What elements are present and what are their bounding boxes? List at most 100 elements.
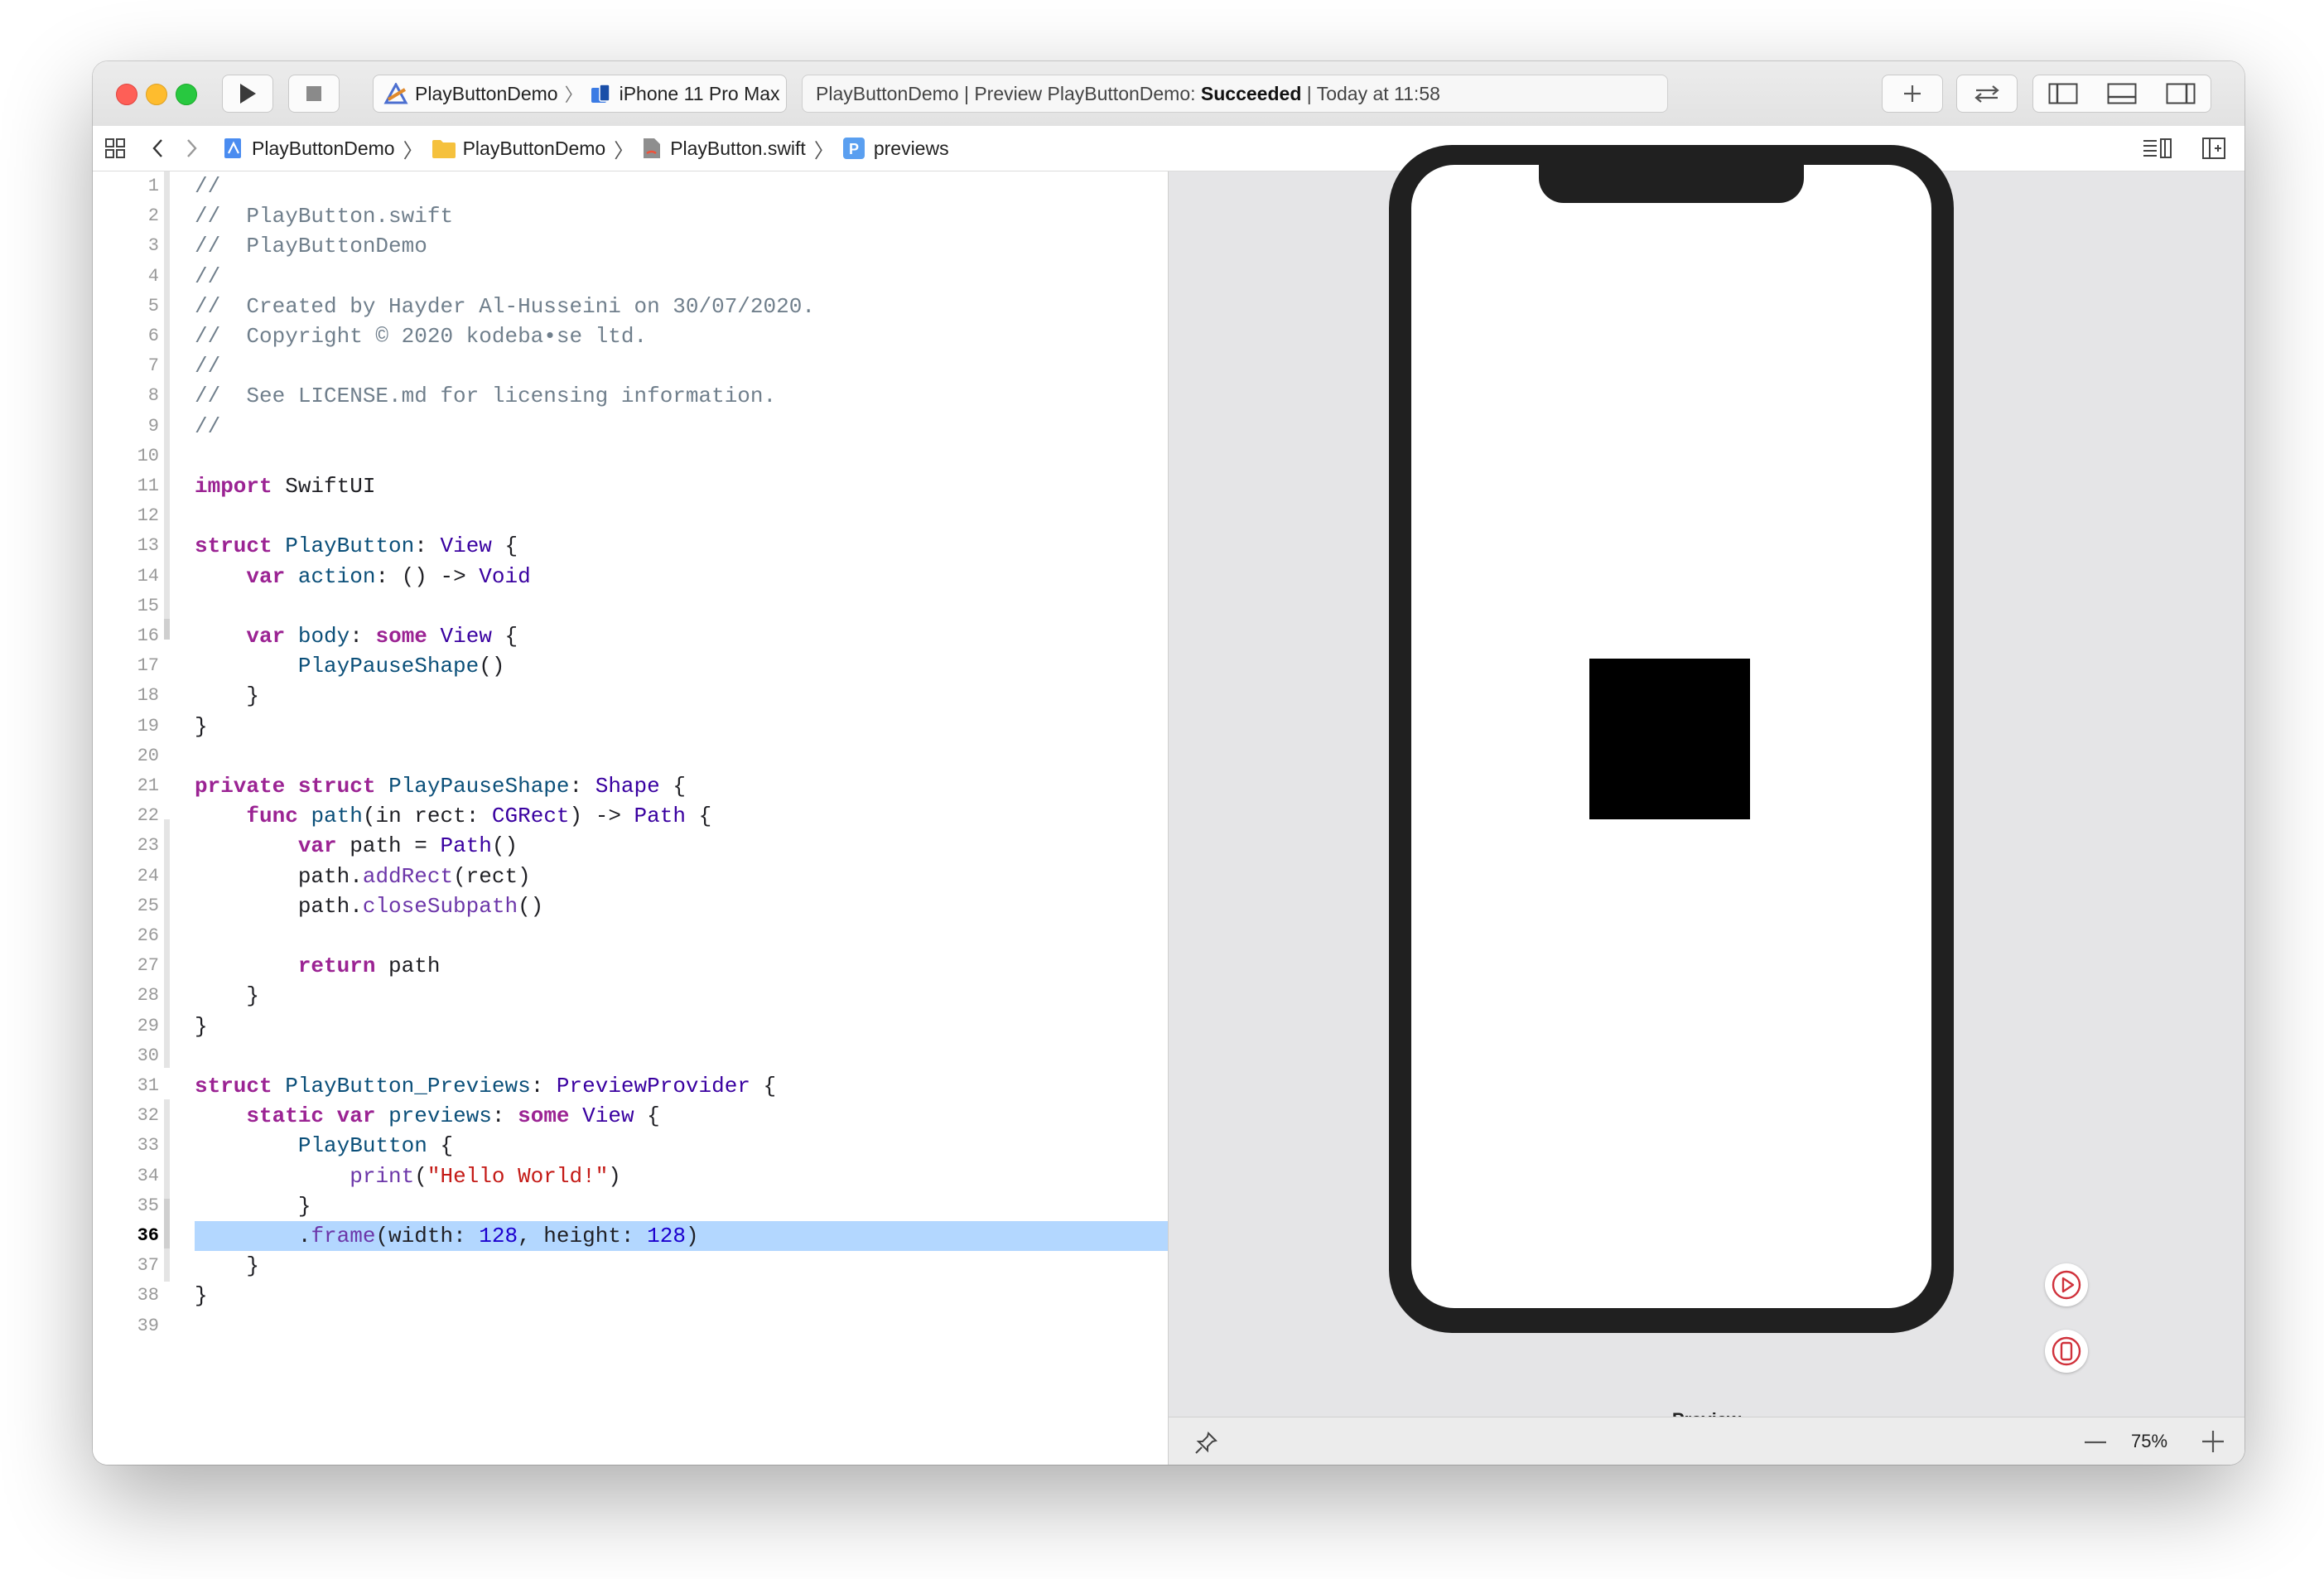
close-window-button[interactable] <box>116 84 137 105</box>
zoom-out-icon[interactable] <box>2083 1432 2108 1452</box>
breadcrumb-file[interactable]: PlayButton.swift <box>642 137 806 160</box>
code-line[interactable]: 20 <box>93 741 1168 771</box>
code-line[interactable]: 16 var body: some View { <box>93 621 1168 651</box>
code-line[interactable]: 34 print("Hello World!") <box>93 1161 1168 1191</box>
code-line[interactable]: 8 // See LICENSE.md for licensing informa… <box>93 381 1168 411</box>
code-text[interactable]: PlayPauseShape() <box>195 651 1168 681</box>
code-text[interactable]: var action: () -> Void <box>195 562 1168 592</box>
code-text[interactable]: struct PlayButton: View { <box>195 531 1168 561</box>
code-text[interactable]: PlayButton { <box>195 1131 1168 1161</box>
code-line[interactable]: 2 // PlayButton.swift <box>93 201 1168 231</box>
code-text[interactable]: // Created by Hayder Al-Husseini on 30/0… <box>195 292 1168 321</box>
adjust-editor-options-icon[interactable] <box>2142 137 2173 160</box>
code-line[interactable]: 21 private struct PlayPauseShape: Shape { <box>93 771 1168 801</box>
live-preview-button[interactable] <box>2045 1263 2088 1306</box>
code-line[interactable]: 15 <box>93 592 1168 621</box>
code-line[interactable]: 23 var path = Path() <box>93 831 1168 861</box>
device-preview-button[interactable] <box>2045 1330 2088 1373</box>
code-line[interactable]: 22 func path(in rect: CGRect) -> Path { <box>93 801 1168 831</box>
code-line[interactable]: 3 // PlayButtonDemo <box>93 231 1168 261</box>
code-line[interactable]: 14 var action: () -> Void <box>93 562 1168 592</box>
code-line[interactable]: 9 // <box>93 412 1168 442</box>
back-icon[interactable] <box>151 138 166 159</box>
code-line[interactable]: 29} <box>93 1012 1168 1041</box>
code-line[interactable]: 30 <box>93 1041 1168 1071</box>
code-line[interactable]: 19} <box>93 712 1168 741</box>
code-line[interactable]: 39 <box>93 1311 1168 1341</box>
code-text[interactable] <box>195 501 1168 531</box>
stop-button[interactable] <box>288 75 340 113</box>
code-line[interactable]: 10 <box>93 442 1168 471</box>
code-text[interactable]: // PlayButton.swift <box>195 201 1168 231</box>
navigator-panel-icon[interactable] <box>2048 83 2078 104</box>
code-text[interactable]: var path = Path() <box>195 831 1168 861</box>
scheme-selector[interactable]: PlayButtonDemo 〉 iPhone 11 Pro Max <box>373 75 787 113</box>
code-line[interactable]: 13 struct PlayButton: View { <box>93 531 1168 561</box>
code-line[interactable]: 38} <box>93 1281 1168 1311</box>
code-text[interactable]: // <box>195 262 1168 292</box>
play-button-shape[interactable] <box>1589 659 1750 819</box>
code-line[interactable]: 37 } <box>93 1251 1168 1281</box>
code-line[interactable]: 31 struct PlayButton_Previews: PreviewPro… <box>93 1071 1168 1101</box>
zoom-window-button[interactable] <box>176 84 197 105</box>
library-button[interactable] <box>1882 75 1943 113</box>
code-line[interactable]: 1 // <box>93 171 1168 201</box>
code-line[interactable]: 17 PlayPauseShape() <box>93 651 1168 681</box>
forward-icon[interactable] <box>184 138 199 159</box>
code-text[interactable]: return path <box>195 951 1168 981</box>
code-text[interactable]: // See LICENSE.md for licensing informat… <box>195 381 1168 411</box>
code-text[interactable]: // <box>195 171 1168 201</box>
code-text[interactable] <box>195 741 1168 771</box>
code-line[interactable]: 5 // Created by Hayder Al-Husseini on 30/… <box>93 292 1168 321</box>
code-text[interactable] <box>195 442 1168 471</box>
code-line[interactable]: 24 path.addRect(rect) <box>93 862 1168 891</box>
code-line[interactable]: 28 } <box>93 981 1168 1011</box>
code-text[interactable]: // <box>195 412 1168 442</box>
code-text[interactable] <box>195 1041 1168 1071</box>
device-screen[interactable] <box>1411 165 1931 1308</box>
code-line[interactable]: 12 <box>93 501 1168 531</box>
breadcrumb-group[interactable]: PlayButtonDemo <box>432 138 605 160</box>
code-text[interactable]: } <box>195 1191 1168 1221</box>
code-line[interactable]: 35 } <box>93 1191 1168 1221</box>
code-line[interactable]: 11 import SwiftUI <box>93 471 1168 501</box>
code-line[interactable]: 4 // <box>93 262 1168 292</box>
code-text[interactable]: } <box>195 1281 1168 1311</box>
code-text[interactable]: static var previews: some View { <box>195 1101 1168 1131</box>
code-text[interactable]: .frame(width: 128, height: 128) <box>195 1221 1168 1251</box>
code-text[interactable] <box>195 921 1168 951</box>
code-review-button[interactable] <box>1956 75 2018 113</box>
source-editor[interactable]: 1 // 2 // PlayButton.swift 3 // PlayButtonDem… <box>93 171 1169 1465</box>
run-button[interactable] <box>222 75 273 113</box>
code-line[interactable]: 18 } <box>93 681 1168 711</box>
code-text[interactable]: } <box>195 1251 1168 1281</box>
code-line[interactable]: 33 PlayButton { <box>93 1131 1168 1161</box>
code-line[interactable]: 26 <box>93 921 1168 951</box>
code-text[interactable] <box>195 1311 1168 1341</box>
code-line[interactable]: 27 return path <box>93 951 1168 981</box>
code-text[interactable]: struct PlayButton_Previews: PreviewProvi… <box>195 1071 1168 1101</box>
code-line[interactable]: 6 // Copyright © 2020 kodeba•se ltd. <box>93 321 1168 351</box>
code-line[interactable]: 36 .frame(width: 128, height: 128) <box>93 1221 1168 1251</box>
inspector-panel-icon[interactable] <box>2166 83 2196 104</box>
debug-panel-icon[interactable] <box>2107 83 2137 104</box>
code-text[interactable]: print("Hello World!") <box>195 1161 1168 1191</box>
code-text[interactable]: import SwiftUI <box>195 471 1168 501</box>
code-text[interactable]: // PlayButtonDemo <box>195 231 1168 261</box>
code-text[interactable]: path.addRect(rect) <box>195 862 1168 891</box>
code-text[interactable]: } <box>195 681 1168 711</box>
code-line[interactable]: 25 path.closeSubpath() <box>93 891 1168 921</box>
code-line[interactable]: 32 static var previews: some View { <box>93 1101 1168 1131</box>
code-text[interactable]: var body: some View { <box>195 621 1168 651</box>
code-text[interactable]: // Copyright © 2020 kodeba•se ltd. <box>195 321 1168 351</box>
breadcrumb-symbol[interactable]: P previews <box>842 137 949 160</box>
breadcrumb-project[interactable]: PlayButtonDemo <box>222 137 395 160</box>
pin-icon[interactable] <box>1193 1431 1218 1456</box>
code-text[interactable]: } <box>195 712 1168 741</box>
code-text[interactable]: func path(in rect: CGRect) -> Path { <box>195 801 1168 831</box>
code-text[interactable]: // <box>195 351 1168 381</box>
code-text[interactable] <box>195 592 1168 621</box>
code-text[interactable]: private struct PlayPauseShape: Shape { <box>195 771 1168 801</box>
related-items-icon[interactable] <box>104 138 128 159</box>
add-editor-icon[interactable] <box>2201 137 2226 160</box>
